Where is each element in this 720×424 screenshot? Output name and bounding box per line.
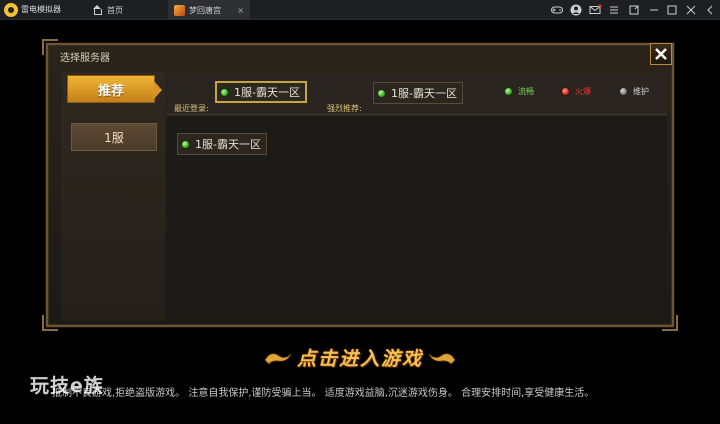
recent-server-button[interactable]: 1服-霸天一区 xyxy=(215,81,307,103)
enter-game-button[interactable]: 点击进入游戏 xyxy=(240,342,480,372)
tab-game[interactable]: 梦回唐宫 × xyxy=(168,0,250,20)
tab-home[interactable]: 首页 xyxy=(86,0,166,20)
window-close-icon[interactable] xyxy=(684,3,698,17)
frame-ornament xyxy=(42,315,58,331)
server-name: 1服-霸天一区 xyxy=(234,86,300,99)
tab-game-label: 梦回唐宫 xyxy=(189,5,221,15)
recommend-bar: 最近登录: 1服-霸天一区 强烈推荐: 1服-霸天一区 xyxy=(167,73,667,115)
tab-server-group-1[interactable]: 1服 xyxy=(71,123,157,151)
strong-recommend-label: 强烈推荐: xyxy=(327,104,362,113)
maximize-icon[interactable] xyxy=(665,3,679,17)
app-name: 雷电模拟器 xyxy=(21,5,61,14)
enter-game-label: 点击进入游戏 xyxy=(296,347,423,370)
tab-close-icon[interactable]: × xyxy=(237,6,244,15)
recent-login-label: 最近登录: xyxy=(174,104,209,113)
legend-maintenance-label: 维护 xyxy=(633,87,649,96)
server-name: 1服-霸天一区 xyxy=(391,87,457,100)
title-bar: 雷电模拟器 首页 梦回唐宫 × xyxy=(0,0,720,20)
gamepad-icon[interactable] xyxy=(550,3,564,17)
game-icon xyxy=(174,4,185,16)
legend-smooth: 流畅 xyxy=(505,86,534,97)
health-notice: 抵制不良游戏,拒绝盗版游戏。 注意自我保护,谨防受骗上当。 适度游戏益脑,沉迷游… xyxy=(52,388,595,399)
dragon-right-icon xyxy=(428,353,456,365)
server-name: 1服-霸天一区 xyxy=(195,138,261,151)
status-hot-icon xyxy=(562,88,569,95)
frame-ornament xyxy=(42,39,58,55)
account-icon[interactable] xyxy=(569,3,583,17)
legend-smooth-label: 流畅 xyxy=(518,87,534,96)
status-smooth-icon xyxy=(182,140,189,148)
status-smooth-icon xyxy=(378,89,385,97)
server-list-panel: 1服-霸天一区 xyxy=(167,117,667,319)
dialog-title: 选择服务器 xyxy=(60,53,110,64)
tab-home-label: 首页 xyxy=(107,5,123,15)
legend-hot-label: 火爆 xyxy=(575,87,591,96)
tab-recommended[interactable]: 推荐 xyxy=(67,75,162,103)
server-group-list: 推荐 1服 xyxy=(61,71,165,321)
strong-recommend-server-button[interactable]: 1服-霸天一区 xyxy=(373,82,463,104)
dragon-left-icon xyxy=(264,353,292,365)
dialog-close-button[interactable] xyxy=(650,43,672,65)
watermark: 玩技e族 xyxy=(30,375,104,397)
sidebar-collapse-icon[interactable] xyxy=(703,3,717,17)
minimize-icon[interactable] xyxy=(647,3,661,17)
status-smooth-icon xyxy=(221,88,228,96)
menu-icon[interactable] xyxy=(607,3,621,17)
server-select-dialog: 选择服务器 推荐 1服 最近登录: 1服-霸天一区 强烈推荐: 1服-霸天一区 … xyxy=(42,39,678,331)
status-maintenance-icon xyxy=(620,88,627,95)
home-icon xyxy=(92,5,102,15)
status-smooth-icon xyxy=(505,88,512,95)
fullscreen-icon[interactable] xyxy=(627,3,641,17)
mail-icon[interactable] xyxy=(588,3,602,17)
ldplayer-logo-icon xyxy=(4,3,18,17)
server-list-item[interactable]: 1服-霸天一区 xyxy=(177,133,267,155)
legend-maintenance: 维护 xyxy=(620,86,649,97)
legend-hot: 火爆 xyxy=(562,86,591,97)
close-icon xyxy=(655,48,667,60)
